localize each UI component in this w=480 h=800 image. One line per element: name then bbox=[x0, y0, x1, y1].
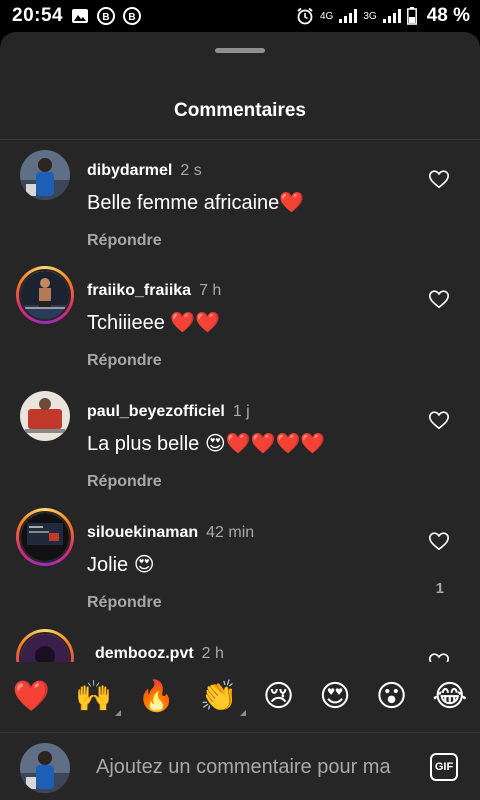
comment-time: 42 min bbox=[206, 524, 255, 541]
comment-text: Jolie 😍 bbox=[87, 554, 155, 576]
comment-header: paul_beyezofficiel 1 j bbox=[87, 403, 250, 421]
skin-tone-indicator bbox=[114, 710, 121, 716]
gallery-notification-icon bbox=[72, 9, 89, 23]
network-4g-label: 4G bbox=[320, 10, 334, 22]
comment-username[interactable]: fraiiko_fraiika bbox=[87, 282, 191, 299]
comment-input[interactable]: Ajoutez un commentaire pour ma bbox=[96, 756, 391, 779]
emoji-clapping-button[interactable]: 👏 bbox=[200, 679, 246, 716]
avatar-story-ring[interactable] bbox=[16, 508, 74, 566]
emoji-laughing-button[interactable]: 😂 bbox=[432, 682, 467, 712]
comment-username[interactable]: silouekinaman bbox=[87, 524, 198, 541]
comment-header: dibydarmel 2 s bbox=[87, 162, 202, 180]
emoji-raised-hands-glyph: 🙌 bbox=[75, 679, 113, 714]
alarm-icon bbox=[297, 7, 313, 25]
comment-header: dembooz.pvt 2 h bbox=[95, 645, 224, 662]
emoji-crying-button[interactable]: 😢 bbox=[263, 682, 294, 712]
comment-time: 1 j bbox=[232, 403, 250, 420]
signal-icon-2 bbox=[382, 9, 401, 23]
current-user-avatar bbox=[20, 743, 70, 793]
status-bar: 20:54 B B 4G 3G 48 % bbox=[0, 0, 480, 32]
reply-button[interactable]: Répondre bbox=[87, 232, 162, 250]
comment-input-bar: Ajoutez un commentaire pour ma GIF bbox=[0, 732, 480, 800]
svg-text:B: B bbox=[128, 12, 135, 23]
battery-icon bbox=[406, 7, 417, 25]
sheet-title: Commentaires bbox=[174, 100, 306, 121]
signal-icon bbox=[339, 9, 358, 23]
like-heart-icon[interactable] bbox=[428, 168, 450, 190]
gif-button[interactable]: GIF bbox=[430, 753, 458, 781]
comments-sheet: Commentaires dibydarmel 2 s Belle femme a… bbox=[0, 32, 480, 800]
comment-time: 7 h bbox=[199, 282, 222, 299]
emoji-fire-button[interactable]: 🔥 bbox=[138, 682, 175, 712]
status-time: 20:54 bbox=[12, 5, 64, 26]
like-heart-icon[interactable] bbox=[428, 288, 450, 310]
b-notification-icon: B bbox=[97, 7, 116, 25]
comment-header: silouekinaman 42 min bbox=[87, 524, 254, 542]
comment-text: La plus belle 😍❤️❤️❤️❤️ bbox=[87, 433, 326, 455]
reply-button[interactable]: Répondre bbox=[87, 352, 162, 370]
like-heart-icon[interactable] bbox=[428, 409, 450, 431]
comment-username[interactable]: dembooz.pvt bbox=[95, 645, 194, 662]
comment-item: dibydarmel 2 s Belle femme africaine❤️ Ré… bbox=[0, 140, 480, 260]
comment-text: Belle femme africaine❤️ bbox=[87, 192, 305, 214]
comment-time: 2 s bbox=[180, 162, 202, 179]
avatar[interactable] bbox=[20, 150, 70, 200]
avatar-story-ring[interactable] bbox=[16, 266, 74, 324]
comment-item: silouekinaman 42 min Jolie 😍 Répondre 1 bbox=[0, 502, 480, 622]
avatar[interactable] bbox=[20, 391, 70, 441]
comment-time: 2 h bbox=[201, 645, 224, 662]
comment-username[interactable]: dibydarmel bbox=[87, 162, 172, 179]
comment-item: dembooz.pvt 2 h bbox=[0, 623, 480, 662]
battery-percentage: 48 % bbox=[426, 5, 470, 26]
reply-button[interactable]: Répondre bbox=[87, 473, 162, 491]
avatar-story-ring[interactable] bbox=[16, 629, 74, 662]
comment-username[interactable]: paul_beyezofficiel bbox=[87, 403, 225, 420]
like-heart-icon[interactable] bbox=[428, 651, 450, 662]
comment-item: fraiiko_fraiika 7 h Tchiiieee ❤️❤️ Répond… bbox=[0, 260, 480, 380]
comment-list[interactable]: dibydarmel 2 s Belle femme africaine❤️ Ré… bbox=[0, 140, 480, 662]
emoji-heart-button[interactable]: ❤️ bbox=[13, 682, 50, 712]
quick-emoji-bar: ❤️ 🙌 🔥 👏 😢 😍 😮 😂 bbox=[0, 662, 480, 732]
comment-header: fraiiko_fraiika 7 h bbox=[87, 282, 221, 300]
comment-item: paul_beyezofficiel 1 j La plus belle 😍❤️❤… bbox=[0, 381, 480, 501]
emoji-clapping-glyph: 👏 bbox=[200, 679, 238, 714]
emoji-heart-eyes-button[interactable]: 😍 bbox=[319, 682, 350, 712]
b-notification-icon-2: B bbox=[123, 7, 142, 25]
like-heart-icon[interactable] bbox=[428, 530, 450, 552]
skin-tone-indicator bbox=[239, 710, 246, 716]
network-3g-label: 3G bbox=[363, 10, 377, 22]
like-count: 1 bbox=[435, 580, 444, 597]
comment-text: Tchiiieee ❤️❤️ bbox=[87, 312, 221, 334]
svg-text:B: B bbox=[102, 12, 109, 23]
emoji-raised-hands-button[interactable]: 🙌 bbox=[75, 679, 121, 716]
sheet-drag-handle[interactable] bbox=[215, 48, 265, 53]
emoji-surprised-button[interactable]: 😮 bbox=[376, 682, 407, 712]
reply-button[interactable]: Répondre bbox=[87, 594, 162, 612]
